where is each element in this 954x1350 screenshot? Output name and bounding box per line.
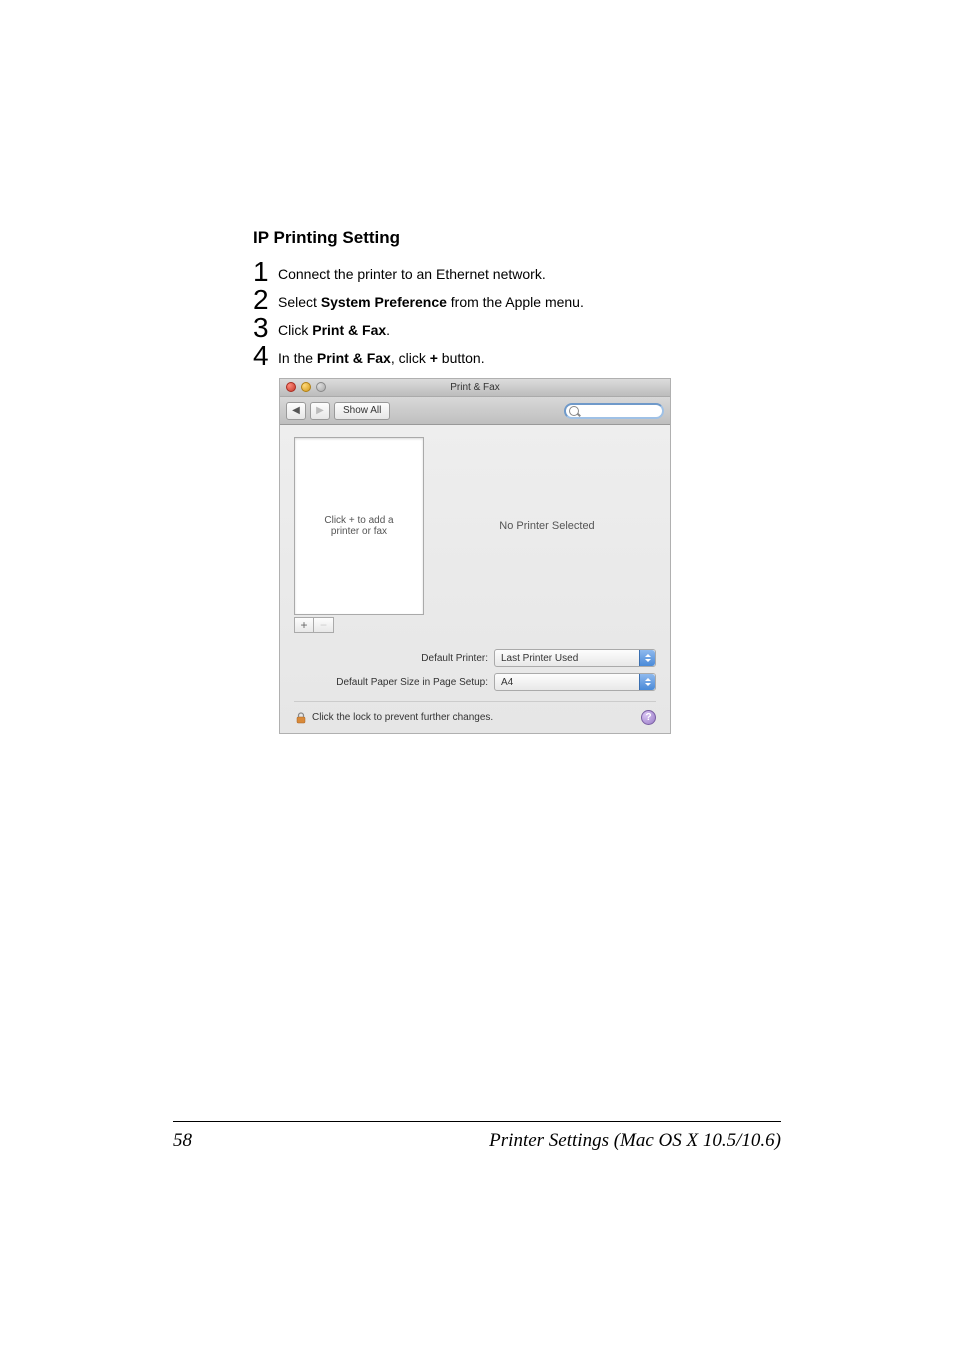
default-printer-row: Default Printer: Last Printer Used [294, 649, 656, 667]
minimize-icon[interactable] [301, 382, 311, 392]
window-titlebar: Print & Fax [280, 379, 670, 397]
text-bold: Print & Fax [312, 322, 386, 338]
text-suffix: from the Apple menu. [447, 294, 584, 310]
print-fax-window: Print & Fax ◀ ▶ Show All Click + to add … [279, 378, 671, 734]
paper-size-select[interactable]: A4 [494, 673, 656, 691]
zoom-icon [316, 382, 326, 392]
step-number: 1 [253, 258, 272, 286]
step-2: 2 Select System Preference from the Appl… [253, 286, 854, 314]
forward-button[interactable]: ▶ [310, 402, 330, 420]
default-printer-label: Default Printer: [294, 653, 494, 664]
paper-size-label: Default Paper Size in Page Setup: [294, 677, 494, 688]
step-text: In the Print & Fax, click + button. [278, 351, 485, 365]
step-text: Click Print & Fax. [278, 323, 390, 337]
back-button[interactable]: ◀ [286, 402, 306, 420]
add-printer-button[interactable]: + [294, 617, 314, 633]
step-number: 2 [253, 286, 272, 314]
section-heading: IP Printing Setting [253, 228, 854, 248]
page-number: 58 [173, 1130, 192, 1152]
default-printer-select[interactable]: Last Printer Used [494, 649, 656, 667]
footer-title: Printer Settings (Mac OS X 10.5/10.6) [489, 1130, 781, 1152]
remove-printer-button[interactable]: − [314, 617, 334, 633]
traffic-lights [286, 382, 326, 392]
lock-text: Click the lock to prevent further change… [312, 712, 493, 723]
text-mid: , click [391, 350, 430, 366]
help-icon[interactable]: ? [641, 710, 656, 725]
window-body: Click + to add a printer or fax No Print… [280, 425, 670, 733]
page-footer: 58 Printer Settings (Mac OS X 10.5/10.6) [173, 1121, 781, 1152]
text-bold: System Preference [321, 294, 447, 310]
text-bold2: + [430, 350, 438, 366]
paper-size-row: Default Paper Size in Page Setup: A4 [294, 673, 656, 691]
lock-row: Click the lock to prevent further change… [294, 701, 656, 725]
text-prefix: Click [278, 322, 312, 338]
step-text: Connect the printer to an Ethernet netwo… [278, 267, 546, 281]
show-all-button[interactable]: Show All [334, 402, 390, 420]
chevron-updown-icon [639, 674, 655, 690]
text-suffix: . [386, 322, 390, 338]
search-input[interactable] [564, 403, 664, 419]
settings-rows: Default Printer: Last Printer Used Defau… [294, 649, 656, 691]
step-text: Select System Preference from the Apple … [278, 295, 584, 309]
text-bold: Print & Fax [317, 350, 391, 366]
text-prefix: In the [278, 350, 317, 366]
step-number: 3 [253, 314, 272, 342]
step-1: 1 Connect the printer to an Ethernet net… [253, 258, 854, 286]
step-4: 4 In the Print & Fax, click + button. [253, 342, 854, 370]
chevron-updown-icon [639, 650, 655, 666]
default-printer-value: Last Printer Used [501, 653, 578, 664]
step-number: 4 [253, 342, 272, 370]
list-controls: + − [294, 615, 656, 633]
detail-pane: No Printer Selected [438, 437, 656, 615]
window-title: Print & Fax [450, 382, 499, 393]
step-3: 3 Click Print & Fax. [253, 314, 854, 342]
paper-size-value: A4 [501, 677, 513, 688]
text-prefix: Select [278, 294, 321, 310]
printer-list: Click + to add a printer or fax [294, 437, 424, 615]
text-suffix: button. [438, 350, 485, 366]
close-icon[interactable] [286, 382, 296, 392]
toolbar: ◀ ▶ Show All [280, 397, 670, 425]
list-placeholder-text: Click + to add a printer or fax [324, 515, 393, 537]
no-printer-label: No Printer Selected [499, 520, 594, 532]
lock-icon[interactable] [294, 711, 308, 725]
